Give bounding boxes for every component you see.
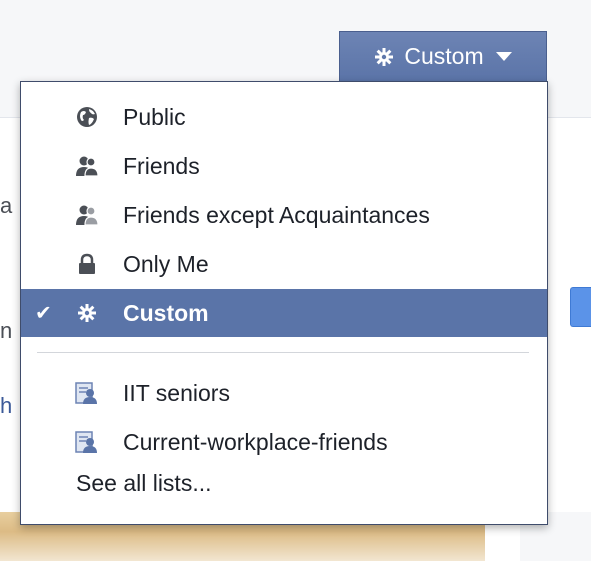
- friends-except-icon: [75, 203, 99, 227]
- background-link-fragment[interactable]: h: [0, 393, 12, 419]
- gear-icon: [75, 301, 99, 325]
- list-icon: [75, 430, 99, 454]
- menu-option-custom[interactable]: ✔ Custom: [21, 289, 547, 337]
- menu-option-label: Custom: [123, 299, 209, 326]
- see-all-lists-link[interactable]: See all lists...: [76, 470, 212, 497]
- menu-divider: [37, 352, 529, 353]
- menu-list-current-workplace-friends[interactable]: Current-workplace-friends: [21, 418, 547, 466]
- gear-icon: [375, 47, 394, 66]
- background-text-fragment: a: [0, 193, 13, 218]
- privacy-selector-label: Custom: [404, 43, 484, 69]
- menu-option-label: Friends except Acquaintances: [123, 201, 430, 228]
- menu-list-iit-seniors[interactable]: IIT seniors: [21, 369, 547, 417]
- background-text-fragment: n: [0, 318, 13, 343]
- chevron-down-icon: [495, 52, 512, 61]
- checkmark-icon: ✔: [35, 302, 52, 325]
- menu-option-public[interactable]: Public: [21, 93, 547, 141]
- menu-list-label: Current-workplace-friends: [123, 428, 388, 455]
- menu-list-label: IIT seniors: [123, 379, 230, 406]
- menu-option-friends[interactable]: Friends: [21, 142, 547, 190]
- lock-icon: [75, 252, 99, 276]
- privacy-selector-button[interactable]: Custom: [339, 31, 547, 81]
- menu-option-label: Public: [123, 103, 186, 130]
- background-button-edge[interactable]: [570, 287, 591, 327]
- menu-option-label: Friends: [123, 152, 200, 179]
- list-icon: [75, 381, 99, 405]
- menu-option-only-me[interactable]: Only Me: [21, 240, 547, 288]
- menu-option-label: Only Me: [123, 250, 209, 277]
- friends-icon: [75, 154, 99, 178]
- globe-icon: [75, 105, 99, 129]
- privacy-dropdown-menu: Public Friends Friends except Acquaintan…: [20, 81, 548, 525]
- menu-option-friends-except-acquaintances[interactable]: Friends except Acquaintances: [21, 191, 547, 239]
